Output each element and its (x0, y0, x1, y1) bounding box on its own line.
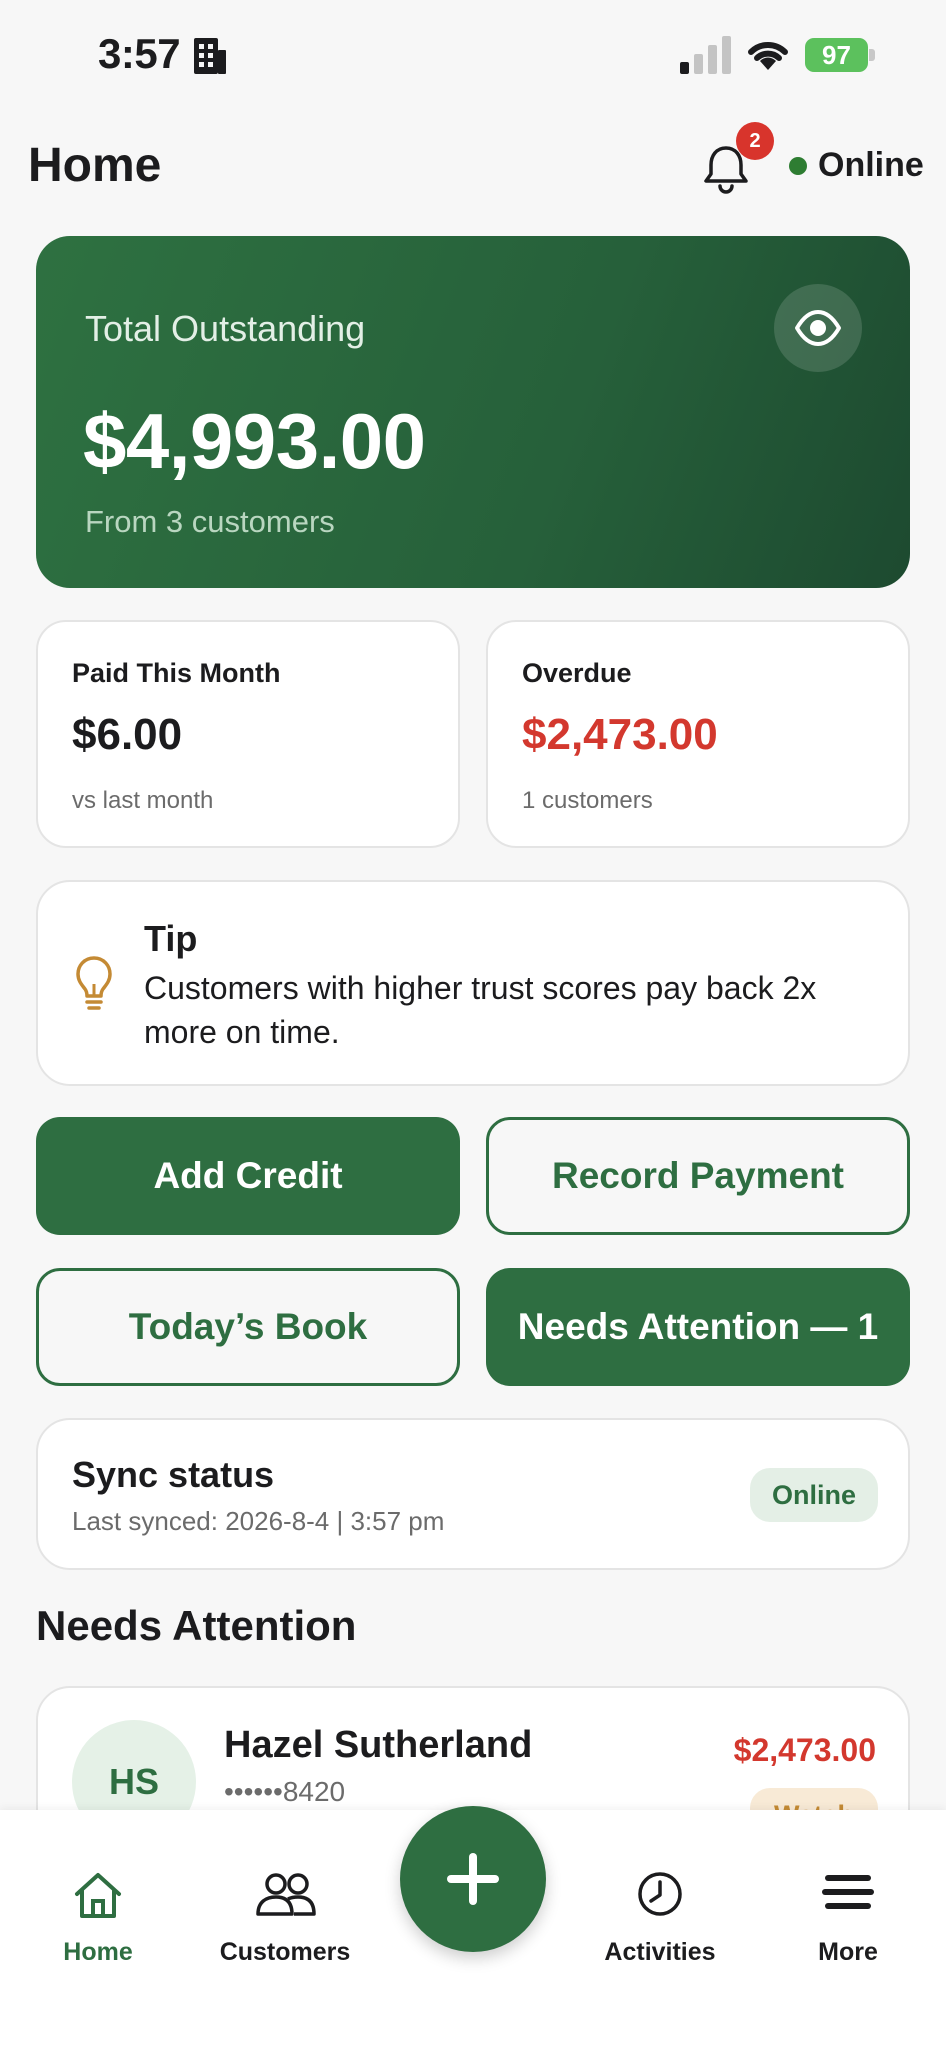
tab-home-label: Home (63, 1938, 133, 1966)
tab-home[interactable]: Home (40, 1810, 156, 1970)
customer-name: Hazel Sutherland (224, 1724, 533, 1766)
overdue-sub: 1 customers (522, 787, 653, 814)
battery-icon: 97 (805, 38, 875, 72)
toggle-visibility-button[interactable] (774, 284, 862, 372)
status-time: 3:57 (98, 30, 181, 77)
eye-icon (795, 310, 841, 346)
total-outstanding-amount: $4,993.00 (83, 397, 426, 485)
tab-more-label: More (818, 1938, 878, 1966)
sync-status-card: Sync status Last synced: 2026-8-4 | 3:57… (36, 1418, 910, 1570)
lightbulb-icon (76, 956, 112, 1010)
tip-text: Customers with higher trust scores pay b… (144, 970, 817, 1050)
total-outstanding-subtitle: From 3 customers (85, 504, 335, 539)
online-status-label: Online (818, 146, 924, 184)
tab-customers-label: Customers (219, 1938, 351, 1966)
last-synced-text: Last synced: 2026-8-4 | 3:57 pm (72, 1506, 445, 1536)
sync-status-title: Sync status (72, 1454, 275, 1495)
paid-this-month-title: Paid This Month (72, 658, 281, 688)
wifi-icon (748, 41, 788, 70)
todays-book-button[interactable]: Today’s Book (36, 1268, 460, 1386)
total-outstanding-label: Total Outstanding (85, 308, 366, 349)
status-bar: 3:57 97 (0, 0, 946, 110)
page-title: Home (28, 139, 162, 192)
home-icon (75, 1873, 121, 1918)
paid-this-month-sub: vs last month (72, 787, 214, 814)
tip-title: Tip (144, 918, 198, 959)
needs-attention-heading: Needs Attention (36, 1602, 357, 1649)
paid-this-month-value: $6.00 (72, 710, 183, 759)
overdue-title: Overdue (522, 658, 632, 688)
needs-attention-button[interactable]: Needs Attention — 1 (486, 1268, 910, 1386)
clock-icon (638, 1872, 682, 1916)
notification-badge: 2 (736, 122, 774, 160)
online-status-dot (789, 157, 807, 175)
tab-activities[interactable]: Activities (590, 1810, 730, 1970)
customers-icon (256, 1873, 316, 1916)
customer-phone: ••••••8420 (224, 1776, 346, 1807)
overdue-value: $2,473.00 (522, 710, 718, 759)
tab-customers[interactable]: Customers (206, 1810, 364, 1970)
total-outstanding-card: Total Outstanding $4,993.00 From 3 custo… (36, 236, 910, 588)
customer-amount: $2,473.00 (733, 1732, 876, 1768)
paid-this-month-card[interactable]: Paid This Month $6.00 vs last month (36, 620, 460, 848)
menu-icon (822, 1875, 874, 1909)
battery-level: 97 (822, 40, 851, 70)
tip-card: Tip Customers with higher trust scores p… (36, 880, 910, 1086)
add-credit-button[interactable]: Add Credit (36, 1117, 460, 1235)
plus-icon (447, 1853, 499, 1905)
sync-status-badge: Online (750, 1468, 878, 1522)
add-fab-button[interactable] (400, 1806, 546, 1952)
signal-icon (680, 36, 731, 74)
tab-activities-label: Activities (604, 1938, 716, 1966)
record-payment-button[interactable]: Record Payment (486, 1117, 910, 1235)
building-icon (194, 38, 226, 74)
tab-more[interactable]: More (790, 1810, 906, 1970)
overdue-card[interactable]: Overdue $2,473.00 1 customers (486, 620, 910, 848)
